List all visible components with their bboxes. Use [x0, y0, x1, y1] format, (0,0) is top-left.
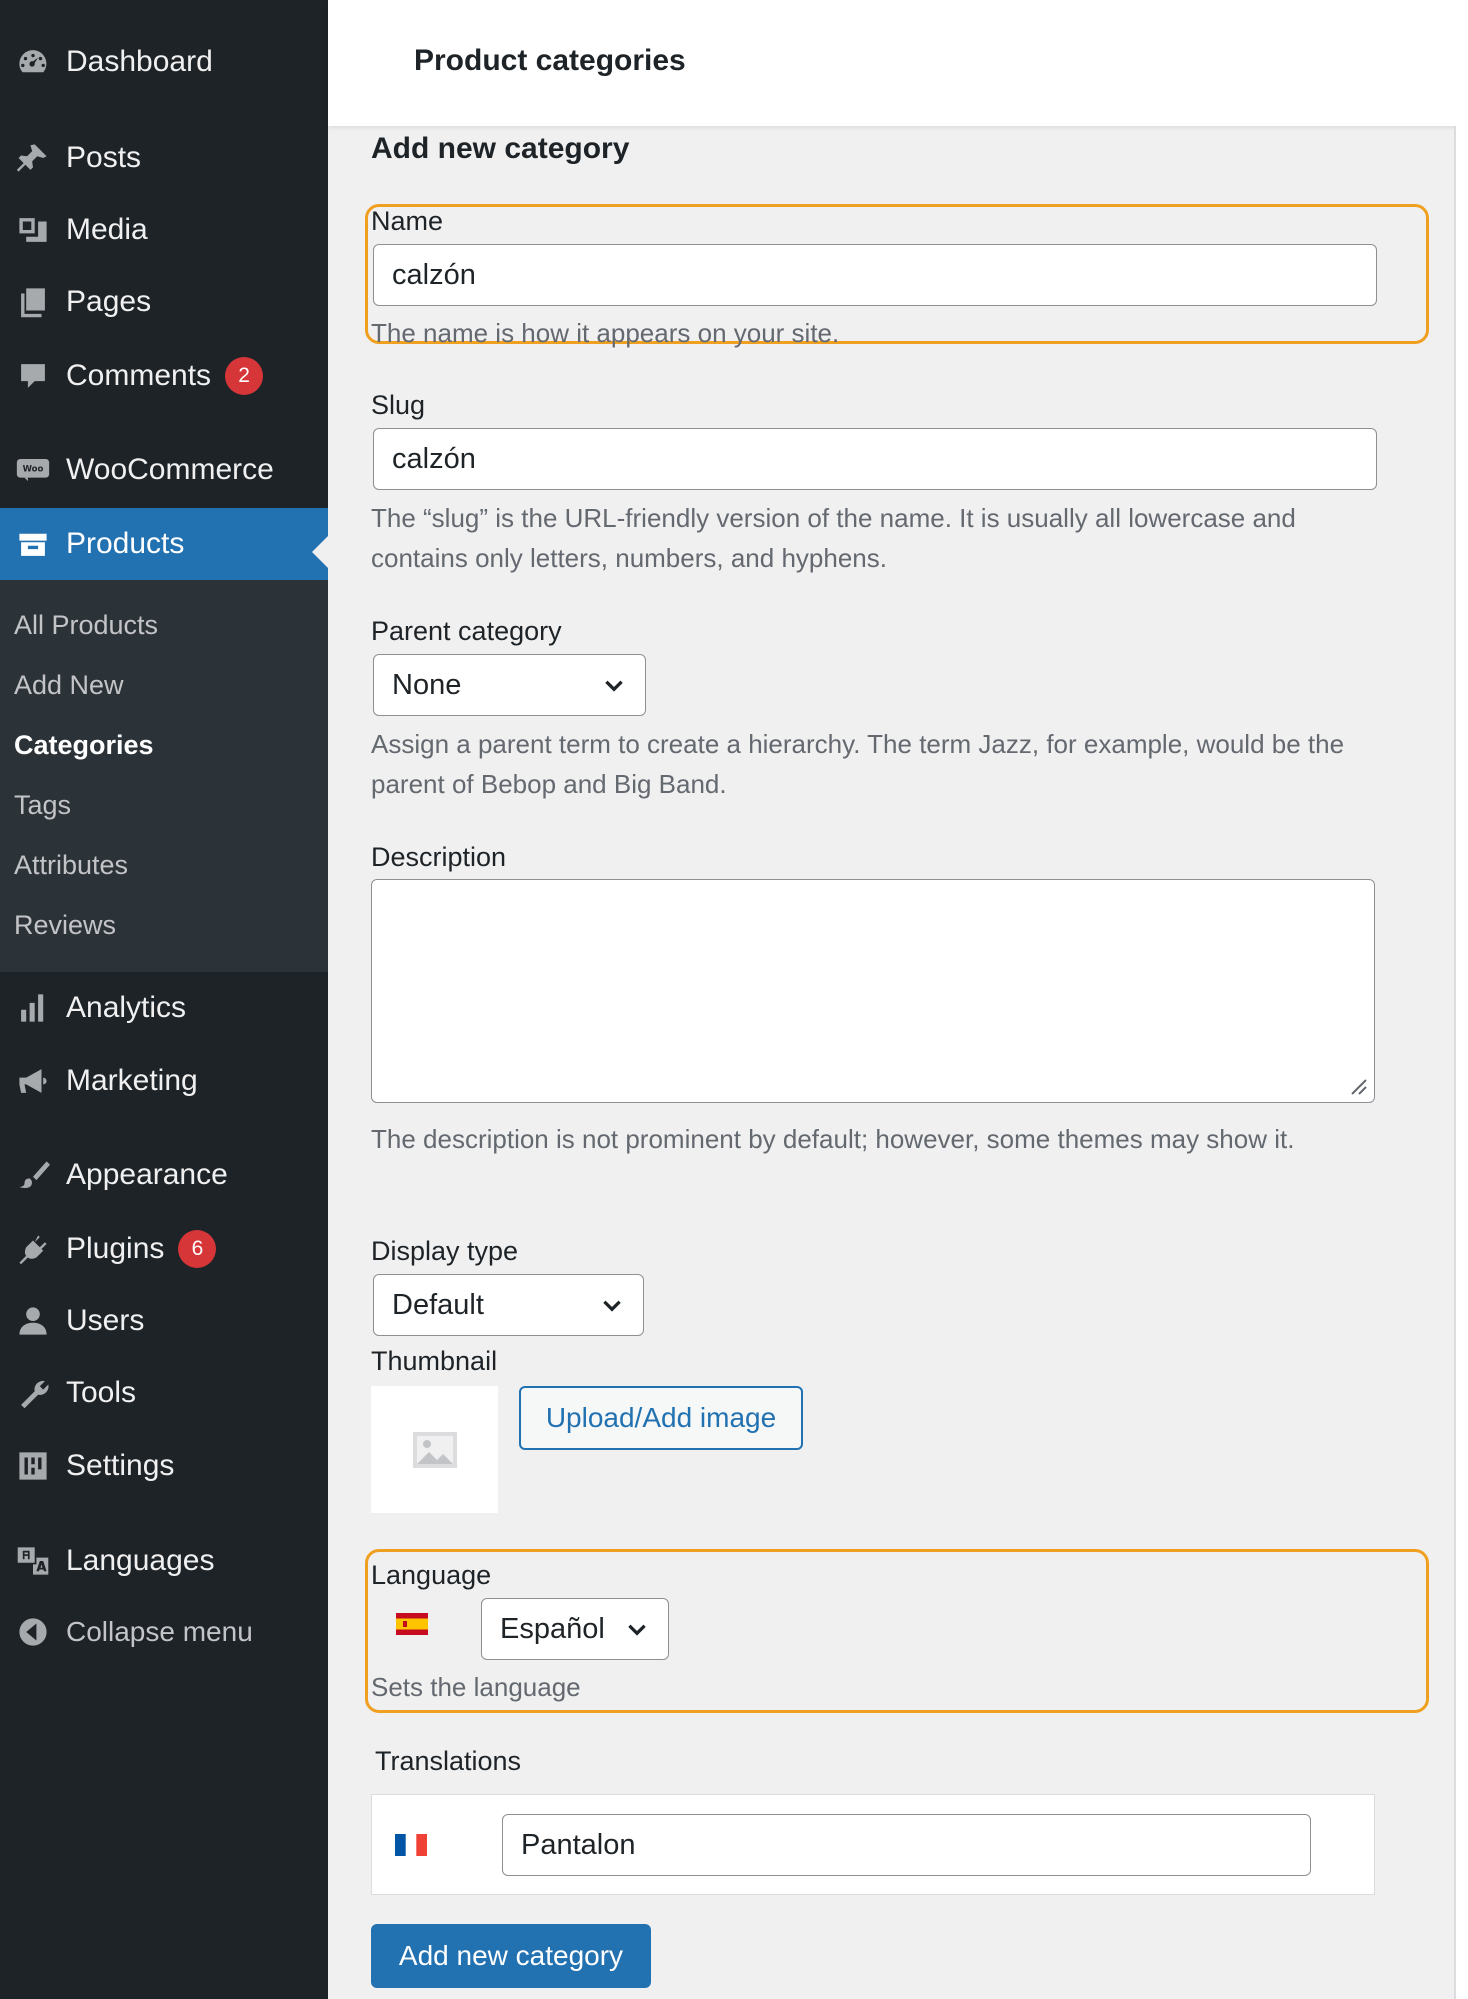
user-icon	[0, 1304, 66, 1338]
plugins-update-badge: 6	[178, 1230, 217, 1268]
menu-label: Posts	[66, 141, 142, 174]
collapse-arrow-icon	[0, 1615, 66, 1649]
menu-dashboard[interactable]: Dashboard	[0, 26, 328, 98]
translations-label: Translations	[375, 1746, 522, 1776]
menu-users[interactable]: Users	[0, 1285, 328, 1357]
resize-handle-icon[interactable]	[1346, 1074, 1368, 1096]
media-icon	[0, 213, 66, 247]
menu-label: Users	[66, 1304, 145, 1337]
parent-category-select[interactable]: None	[373, 654, 646, 716]
add-new-category-button[interactable]: Add new category	[371, 1924, 651, 1988]
pin-icon	[0, 141, 66, 175]
menu-label: Products	[66, 527, 185, 560]
page-title: Product categories	[414, 44, 686, 77]
menu-label: Dashboard	[66, 45, 213, 78]
submenu-add-new[interactable]: Add New	[14, 670, 124, 701]
menu-label: Media	[66, 213, 148, 246]
menu-label: Tools	[66, 1376, 137, 1409]
menu-label: Pages	[66, 285, 152, 318]
menu-pages[interactable]: Pages	[0, 266, 328, 338]
name-input[interactable]: calzón	[373, 244, 1377, 306]
dashboard-icon	[0, 45, 66, 79]
comment-icon	[0, 359, 66, 393]
current-menu-arrow	[312, 536, 328, 568]
parent-category-value: None	[392, 668, 462, 701]
translation-french-input[interactable]: Pantalon	[502, 1814, 1311, 1876]
menu-languages[interactable]: Languages	[0, 1525, 328, 1597]
woo-icon: Woo	[0, 453, 66, 487]
menu-label: Languages	[66, 1544, 215, 1577]
language-select[interactable]: Español	[481, 1598, 669, 1660]
menu-marketing[interactable]: Marketing	[0, 1045, 328, 1117]
submenu-tags[interactable]: Tags	[14, 790, 71, 821]
language-value: Español	[500, 1612, 605, 1645]
thumbnail-label: Thumbnail	[371, 1346, 498, 1376]
menu-label: Plugins	[66, 1232, 165, 1265]
description-help: The description is not prominent by defa…	[371, 1124, 1295, 1154]
thumbnail-placeholder	[371, 1386, 498, 1513]
form-heading: Add new category	[371, 132, 630, 165]
display-type-select[interactable]: Default	[373, 1274, 644, 1336]
menu-settings[interactable]: Settings	[0, 1430, 328, 1502]
admin-sidebar: Dashboard Posts Media Pages Comments 2 W…	[0, 0, 328, 1999]
parent-category-help: Assign a parent term to create a hierarc…	[371, 729, 1345, 799]
menu-plugins[interactable]: Plugins 6	[0, 1213, 328, 1285]
menu-label: Settings	[66, 1449, 175, 1482]
pages-icon	[0, 285, 66, 319]
menu-label: WooCommerce	[66, 453, 274, 486]
name-label: Name	[371, 206, 444, 236]
products-submenu: All Products Add New Categories Tags Att…	[0, 580, 328, 972]
chevron-down-icon	[603, 1300, 621, 1312]
language-help: Sets the language	[371, 1672, 581, 1702]
display-type-value: Default	[392, 1288, 484, 1321]
menu-analytics[interactable]: Analytics	[0, 972, 328, 1044]
menu-label: Comments	[66, 359, 212, 392]
collapse-menu-label: Collapse menu	[66, 1616, 253, 1647]
description-label: Description	[371, 842, 507, 872]
slug-label: Slug	[371, 390, 426, 420]
submenu-all-products[interactable]: All Products	[14, 610, 158, 641]
submenu-attributes[interactable]: Attributes	[14, 850, 128, 881]
menu-media[interactable]: Media	[0, 194, 328, 266]
megaphone-icon	[0, 1064, 66, 1098]
submenu-categories[interactable]: Categories	[14, 730, 154, 761]
spain-flag-icon	[396, 1613, 428, 1635]
plug-icon	[0, 1232, 66, 1266]
image-placeholder-icon	[412, 1431, 457, 1468]
svg-text:Woo: Woo	[23, 465, 44, 475]
menu-appearance[interactable]: Appearance	[0, 1139, 328, 1211]
translate-icon	[0, 1544, 66, 1578]
wrench-icon	[0, 1376, 66, 1410]
page-header: Product categories	[328, 0, 1468, 126]
menu-woocommerce[interactable]: Woo WooCommerce	[0, 434, 328, 506]
scroll-area-strip	[1456, 126, 1468, 1999]
menu-label: Appearance	[66, 1158, 228, 1191]
menu-products[interactable]: Products	[0, 508, 328, 580]
menu-comments[interactable]: Comments 2	[0, 340, 328, 412]
brush-icon	[0, 1158, 66, 1192]
chevron-down-icon	[605, 680, 623, 692]
upload-image-button[interactable]: Upload/Add image	[519, 1386, 803, 1450]
language-label: Language	[371, 1560, 492, 1590]
chevron-down-icon	[628, 1624, 646, 1636]
menu-label: Marketing	[66, 1064, 198, 1097]
submenu-reviews[interactable]: Reviews	[14, 910, 116, 941]
comments-count-badge: 2	[225, 357, 264, 395]
collapse-menu-button[interactable]: Collapse menu	[0, 1596, 328, 1668]
menu-tools[interactable]: Tools	[0, 1357, 328, 1429]
sliders-icon	[0, 1449, 66, 1483]
description-textarea[interactable]	[371, 879, 1375, 1103]
menu-label: Analytics	[66, 991, 187, 1024]
bar-chart-icon	[0, 991, 66, 1025]
slug-help: The “slug” is the URL-friendly version o…	[371, 503, 1296, 573]
display-type-label: Display type	[371, 1236, 519, 1266]
name-help: The name is how it appears on your site.	[371, 318, 840, 348]
slug-input[interactable]: calzón	[373, 428, 1377, 490]
france-flag-icon	[395, 1834, 427, 1856]
products-icon	[0, 527, 66, 561]
parent-category-label: Parent category	[371, 616, 562, 646]
menu-posts[interactable]: Posts	[0, 122, 328, 194]
